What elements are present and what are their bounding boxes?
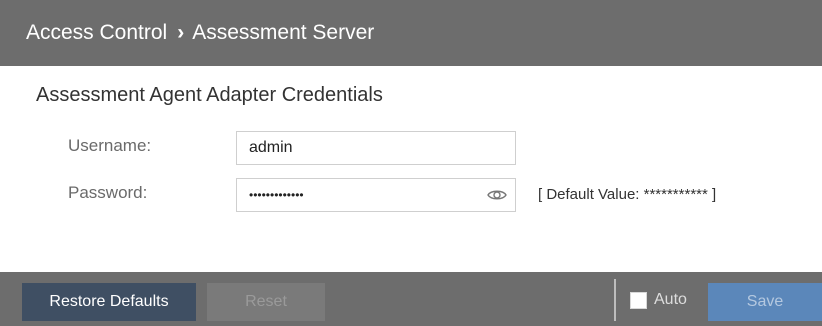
eye-icon[interactable]	[487, 187, 507, 203]
username-label: Username:	[68, 136, 152, 155]
breadcrumb-current: Assessment Server	[192, 21, 375, 44]
breadcrumb-separator: ›	[177, 21, 185, 44]
footer-divider	[614, 279, 616, 321]
auto-checkbox[interactable]	[630, 292, 647, 309]
save-button[interactable]: Save	[708, 283, 822, 321]
restore-defaults-button[interactable]: Restore Defaults	[22, 283, 196, 321]
breadcrumb: Access Control › Assessment Server	[0, 0, 822, 66]
reset-button[interactable]: Reset	[207, 283, 325, 321]
auto-label: Auto	[654, 291, 687, 308]
username-input[interactable]	[249, 139, 469, 157]
password-input[interactable]: •••••••••••••	[249, 188, 304, 202]
breadcrumb-parent[interactable]: Access Control	[26, 21, 167, 45]
section-title: Assessment Agent Adapter Credentials	[36, 84, 383, 106]
default-value-hint: [ Default Value: *********** ]	[538, 186, 717, 203]
password-field[interactable]: •••••••••••••	[236, 178, 516, 212]
password-label: Password:	[68, 183, 148, 202]
username-field[interactable]	[236, 131, 516, 165]
